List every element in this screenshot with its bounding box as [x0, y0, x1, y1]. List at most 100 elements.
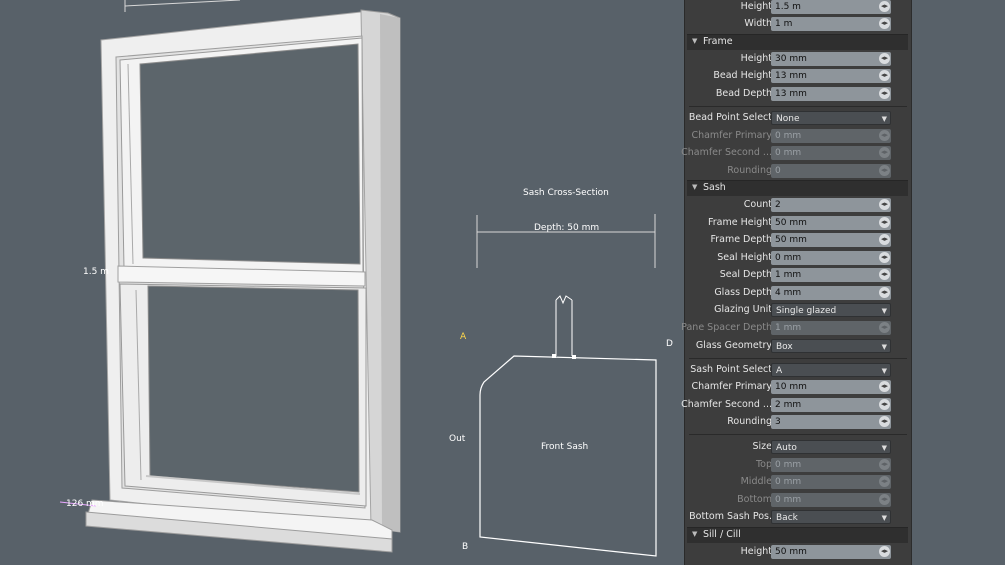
prop-label: Height: [740, 1, 772, 12]
prop-label: Pane Spacer Depth: [681, 322, 772, 333]
sash-rounding-input[interactable]: 3 ◂▸: [771, 415, 891, 429]
spinner-icon[interactable]: ◂▸: [879, 269, 890, 280]
spinner-icon[interactable]: ◂▸: [879, 381, 890, 392]
divider: [689, 434, 907, 435]
collapse-arrow-icon[interactable]: ▼: [692, 530, 697, 538]
sash-count-input[interactable]: 2 ◂▸: [771, 198, 891, 212]
sash-section-header[interactable]: ▼ Sash: [687, 180, 908, 196]
corner-b-label[interactable]: B: [462, 542, 468, 552]
prop-label: Height: [740, 546, 772, 557]
spinner-icon[interactable]: ◂▸: [879, 287, 890, 298]
sill-height-input[interactable]: 50 mm ◂▸: [771, 545, 891, 559]
spinner-icon[interactable]: ◂▸: [879, 88, 890, 99]
prop-row-sash-chamfer-second: Chamfer Second ... 2 mm ◂▸: [681, 397, 912, 414]
prop-label: Glass Geometry: [695, 340, 772, 351]
frame-height-input[interactable]: 30 mm ◂▸: [771, 52, 891, 66]
depth-dimension-label: Depth: 50 mm: [534, 223, 600, 233]
prop-row-glass-depth: Glass Depth 4 mm ◂▸: [685, 285, 912, 302]
prop-row-count: Count 2 ◂▸: [685, 197, 912, 214]
section-title: Frame: [703, 36, 733, 47]
glazing-unit-dropdown[interactable]: Single glazed ▼: [771, 303, 891, 317]
glass-geometry-dropdown[interactable]: Box ▼: [771, 339, 891, 353]
prop-row-sill-height: Height 50 mm ◂▸: [685, 544, 912, 561]
spinner-icon[interactable]: ◂▸: [879, 70, 890, 81]
prop-label: Bottom Sash Pos.: [689, 511, 772, 522]
spinner-icon[interactable]: ◂▸: [879, 1, 890, 12]
prop-row-sash-frame-height: Frame Height 50 mm ◂▸: [685, 215, 912, 232]
height-input[interactable]: 1.5 m ◂▸: [771, 0, 891, 14]
glass-profile: [555, 295, 573, 356]
prop-label: Bottom: [737, 494, 772, 505]
sash-frame-height-input[interactable]: 50 mm ◂▸: [771, 216, 891, 230]
frame-chamfer-primary-input: 0 mm ◂▸: [771, 129, 891, 143]
frame-chamfer-second-input: 0 mm ◂▸: [771, 146, 891, 160]
corner-d-label[interactable]: D: [666, 339, 673, 349]
sash-chamfer-primary-input[interactable]: 10 mm ◂▸: [771, 380, 891, 394]
spinner-icon[interactable]: ◂▸: [879, 217, 890, 228]
prop-row-rounding: Rounding 0 ◂▸: [685, 163, 912, 180]
frame-section-header[interactable]: ▼ Frame: [687, 34, 908, 50]
spinner-icon[interactable]: ◂▸: [879, 18, 890, 29]
corner-a-label[interactable]: A: [460, 332, 466, 342]
cross-section-title: Sash Cross-Section: [523, 188, 609, 198]
pane-spacer-depth-input: 1 mm ◂▸: [771, 321, 891, 335]
sash-frame-depth-input[interactable]: 50 mm ◂▸: [771, 233, 891, 247]
seal-depth-input[interactable]: 1 mm ◂▸: [771, 268, 891, 282]
prop-label: Rounding: [727, 416, 772, 427]
bead-height-input[interactable]: 13 mm ◂▸: [771, 69, 891, 83]
viewport-canvas: [59, 0, 657, 557]
bead-depth-input[interactable]: 13 mm ◂▸: [771, 87, 891, 101]
prop-label: Chamfer Primary: [691, 381, 772, 392]
sash-chamfer-second-input[interactable]: 2 mm ◂▸: [771, 398, 891, 412]
seal-height-input[interactable]: 0 mm ◂▸: [771, 251, 891, 265]
3d-viewport[interactable]: Sash Cross-Section Depth: 50 mm Front Sa…: [0, 0, 683, 565]
glass-depth-input[interactable]: 4 mm ◂▸: [771, 286, 891, 300]
spinner-icon[interactable]: ◂▸: [879, 546, 890, 557]
spinner-icon: ◂▸: [879, 494, 890, 505]
spinner-icon[interactable]: ◂▸: [879, 416, 890, 427]
spinner-icon[interactable]: ◂▸: [879, 199, 890, 210]
prop-row-frame-height: Height 30 mm ◂▸: [685, 51, 912, 68]
spinner-icon: ◂▸: [879, 130, 890, 141]
prop-row-bead-depth: Bead Depth 13 mm ◂▸: [685, 86, 912, 103]
spinner-icon: ◂▸: [879, 459, 890, 470]
dropdown-arrow-icon: ▼: [881, 343, 887, 351]
prop-label: Chamfer Second ...: [681, 147, 772, 158]
spinner-icon: ◂▸: [879, 147, 890, 158]
prop-row-sash-rounding: Rounding 3 ◂▸: [685, 414, 912, 431]
collapse-arrow-icon[interactable]: ▼: [692, 183, 697, 191]
viewport-right-edge: [912, 0, 1005, 565]
prop-row-top: Top 0 mm ◂▸: [685, 457, 912, 474]
bead-point-select-dropdown[interactable]: None ▼: [771, 111, 891, 125]
prop-label: Chamfer Second ...: [681, 399, 772, 410]
prop-label: Glass Depth: [714, 287, 772, 298]
window-model[interactable]: [85, 9, 401, 553]
dropdown-arrow-icon: ▼: [881, 444, 887, 452]
prop-row-middle: Middle 0 mm ◂▸: [685, 474, 912, 491]
bottom-size-input: 0 mm ◂▸: [771, 493, 891, 507]
middle-size-input: 0 mm ◂▸: [771, 475, 891, 489]
size-dropdown[interactable]: Auto ▼: [771, 440, 891, 454]
prop-row-glass-geometry: Glass Geometry Box ▼: [685, 338, 912, 355]
dropdown-arrow-icon: ▼: [881, 115, 887, 123]
prop-row-pane-spacer-depth: Pane Spacer Depth 1 mm ◂▸: [681, 320, 912, 337]
spinner-icon[interactable]: ◂▸: [879, 234, 890, 245]
width-input[interactable]: 1 m ◂▸: [771, 17, 891, 31]
spinner-icon[interactable]: ◂▸: [879, 53, 890, 64]
spinner-icon[interactable]: ◂▸: [879, 399, 890, 410]
collapse-arrow-icon[interactable]: ▼: [692, 37, 697, 45]
prop-label: Top: [755, 459, 772, 470]
spinner-icon: ◂▸: [879, 322, 890, 333]
section-title: Sash: [703, 182, 726, 193]
properties-panel: Height 1.5 m ◂▸ Width 1 m ◂▸ ▼ Frame Heigh…: [681, 0, 912, 565]
prop-label: Width: [744, 18, 772, 29]
prop-label: Frame Height: [707, 217, 772, 228]
spinner-icon[interactable]: ◂▸: [879, 252, 890, 263]
prop-row-glazing-unit: Glazing Unit Single glazed ▼: [685, 302, 912, 319]
sill-section-header[interactable]: ▼ Sill / Cill: [687, 527, 908, 543]
prop-row-height: Height 1.5 m ◂▸: [685, 0, 912, 16]
frame-rounding-input: 0 ◂▸: [771, 164, 891, 178]
bottom-sash-pos-dropdown[interactable]: Back ▼: [771, 510, 891, 524]
sash-point-select-dropdown[interactable]: A ▼: [771, 363, 891, 377]
prop-label: Height: [740, 53, 772, 64]
